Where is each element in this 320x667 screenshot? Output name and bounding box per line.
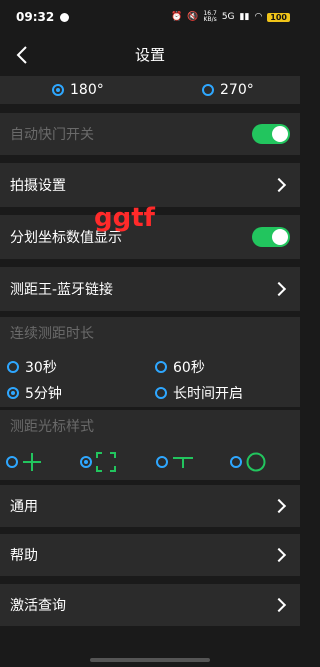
status-left: 09:32 bbox=[16, 10, 70, 24]
rotation-option-270[interactable]: 270° bbox=[202, 82, 254, 98]
bluetooth-label: 测距王-蓝牙链接 bbox=[10, 282, 114, 298]
gesture-bar bbox=[90, 658, 210, 662]
general-label: 通用 bbox=[10, 499, 38, 515]
watermark-text: ggtf bbox=[94, 203, 155, 233]
cursor-option-cross[interactable] bbox=[6, 452, 42, 472]
radio-icon bbox=[6, 456, 18, 468]
chevron-right-icon bbox=[271, 498, 287, 514]
auto-shutter-toggle[interactable] bbox=[252, 124, 290, 144]
radio-icon bbox=[202, 84, 214, 96]
auto-shutter-row: 自动快门开关 bbox=[0, 113, 300, 155]
status-bar: 09:32 ⏰ 🔇 16.7 KB/s 5G ▮▮ ◠ 100 bbox=[0, 0, 300, 34]
shoot-settings-label: 拍摄设置 bbox=[10, 178, 66, 194]
continuous-header: 连续测距时长 bbox=[10, 326, 94, 342]
rotation-section: 180° 270° bbox=[0, 76, 300, 104]
radio-icon bbox=[230, 456, 242, 468]
continuous-option-label: 5分钟 bbox=[25, 386, 62, 402]
speed-unit: KB/s bbox=[203, 16, 217, 23]
cursor-style-section: 测距光标样式 bbox=[0, 410, 300, 480]
status-time: 09:32 bbox=[16, 10, 55, 24]
page-title: 设置 bbox=[134, 46, 165, 64]
network-type: 5G bbox=[221, 12, 235, 22]
continuous-option-label: 30秒 bbox=[25, 360, 57, 376]
rotation-option-label: 270° bbox=[220, 82, 254, 98]
continuous-option-long[interactable]: 长时间开启 bbox=[155, 383, 243, 403]
help-row[interactable]: 帮助 bbox=[0, 534, 300, 576]
chevron-right-icon bbox=[271, 547, 287, 563]
activation-row[interactable]: 激活查询 bbox=[0, 584, 300, 626]
cursor-option-t[interactable] bbox=[156, 452, 194, 472]
rotation-option-label: 180° bbox=[70, 82, 104, 98]
continuous-option-30s[interactable]: 30秒 bbox=[7, 357, 57, 377]
alarm-icon: ⏰ bbox=[171, 12, 183, 22]
status-right: ⏰ 🔇 16.7 KB/s 5G ▮▮ ◠ 100 bbox=[171, 11, 290, 23]
signal-icon: ▮▮ bbox=[239, 12, 250, 22]
reticle-values-toggle[interactable] bbox=[252, 227, 290, 247]
help-label: 帮助 bbox=[10, 548, 38, 564]
wifi-icon: ◠ bbox=[254, 12, 263, 22]
radio-icon bbox=[7, 387, 19, 399]
cursor-style-header: 测距光标样式 bbox=[10, 419, 94, 435]
chevron-right-icon bbox=[271, 597, 287, 613]
battery-indicator: 100 bbox=[267, 12, 290, 22]
radio-icon bbox=[7, 361, 19, 373]
bracket-cursor-icon bbox=[96, 452, 116, 472]
bluetooth-row[interactable]: 测距王-蓝牙链接 bbox=[0, 267, 300, 311]
radio-icon bbox=[155, 387, 167, 399]
t-cursor-icon bbox=[173, 457, 193, 468]
radio-icon bbox=[156, 456, 168, 468]
cursor-option-circle[interactable] bbox=[230, 452, 266, 472]
continuous-section: 连续测距时长 30秒 60秒 5分钟 长时间开启 bbox=[0, 317, 300, 407]
continuous-option-label: 长时间开启 bbox=[173, 386, 243, 402]
continuous-option-label: 60秒 bbox=[173, 360, 205, 376]
chevron-right-icon bbox=[271, 177, 287, 193]
chevron-right-icon bbox=[271, 281, 287, 297]
radio-icon bbox=[52, 84, 64, 96]
activation-label: 激活查询 bbox=[10, 598, 66, 614]
cross-cursor-icon bbox=[23, 453, 41, 471]
radio-icon bbox=[155, 361, 167, 373]
continuous-option-60s[interactable]: 60秒 bbox=[155, 357, 205, 377]
circle-cursor-icon bbox=[246, 452, 266, 472]
shoot-settings-row[interactable]: 拍摄设置 bbox=[0, 163, 300, 207]
message-icon bbox=[60, 12, 70, 22]
continuous-option-5min[interactable]: 5分钟 bbox=[7, 383, 62, 403]
network-speed: 16.7 KB/s bbox=[203, 11, 216, 23]
auto-shutter-label: 自动快门开关 bbox=[10, 127, 94, 143]
mute-icon: 🔇 bbox=[187, 12, 199, 22]
cursor-option-bracket[interactable] bbox=[80, 452, 116, 472]
nav-bar: 设置 bbox=[0, 34, 300, 76]
radio-icon bbox=[80, 456, 92, 468]
rotation-option-180[interactable]: 180° bbox=[52, 82, 104, 98]
general-row[interactable]: 通用 bbox=[0, 485, 300, 527]
